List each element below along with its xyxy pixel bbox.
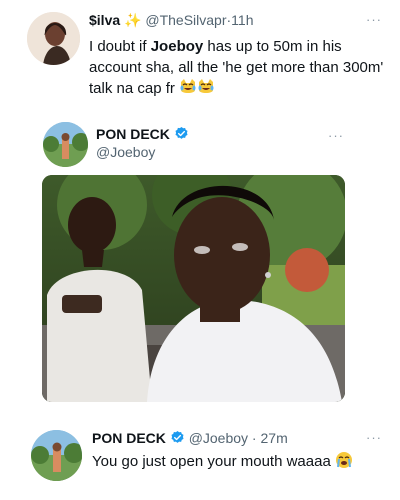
tweet1-text: I doubt if Joeboy has up to 50m in his a…	[89, 38, 384, 97]
avatar-pon-deck[interactable]	[31, 430, 82, 481]
tweet-time[interactable]: 27m	[261, 430, 288, 446]
crying-laughing-cat-icon	[180, 79, 196, 93]
tweet2-header: PON DECK @Joeboy · 27m	[92, 430, 288, 446]
author-handle[interactable]: @TheSilvapr	[145, 12, 226, 28]
mention-joeboy: Joeboy	[150, 38, 204, 55]
tweet-video-thumbnail[interactable]	[42, 175, 345, 402]
more-options-icon[interactable]: ···	[366, 12, 382, 27]
tweet2-text: You go just open your mouth waaaa	[92, 451, 353, 472]
avatar-pon-deck[interactable]	[43, 122, 88, 167]
more-options-icon[interactable]: ···	[328, 128, 344, 143]
verified-badge-icon	[171, 430, 184, 443]
tweet1-header: $ilva ✨ @TheSilvapr·11h	[89, 12, 254, 28]
quoted-author-name[interactable]: PON DECK	[96, 126, 189, 142]
quoted-tweet-card[interactable]: PON DECK @Joeboy ···	[0, 113, 400, 407]
author-name[interactable]: PON DECK	[92, 430, 166, 446]
author-name[interactable]: $ilva	[89, 12, 120, 28]
verified-badge-icon	[175, 126, 188, 139]
author-handle[interactable]: @Joeboy	[189, 430, 248, 446]
more-options-icon[interactable]: ···	[366, 430, 382, 445]
avatar-silva-image	[27, 12, 80, 65]
loudly-crying-face-icon	[335, 452, 352, 468]
crying-laughing-cat-icon	[198, 79, 214, 93]
avatar-silva[interactable]	[27, 12, 80, 65]
tweet-pon-deck[interactable]: PON DECK @Joeboy · 27m ··· You go just o…	[0, 420, 400, 500]
avatar-pon-deck-image	[43, 122, 88, 167]
avatar-pon-deck-image	[31, 430, 82, 481]
sparkle-icon: ✨	[124, 12, 142, 28]
tweet-time[interactable]: 11h	[231, 12, 253, 28]
video-frame-image	[42, 175, 345, 402]
quoted-author-handle[interactable]: @Joeboy	[96, 144, 155, 160]
tweet-silva[interactable]: $ilva ✨ @TheSilvapr·11h ··· I doubt if J…	[0, 0, 400, 110]
